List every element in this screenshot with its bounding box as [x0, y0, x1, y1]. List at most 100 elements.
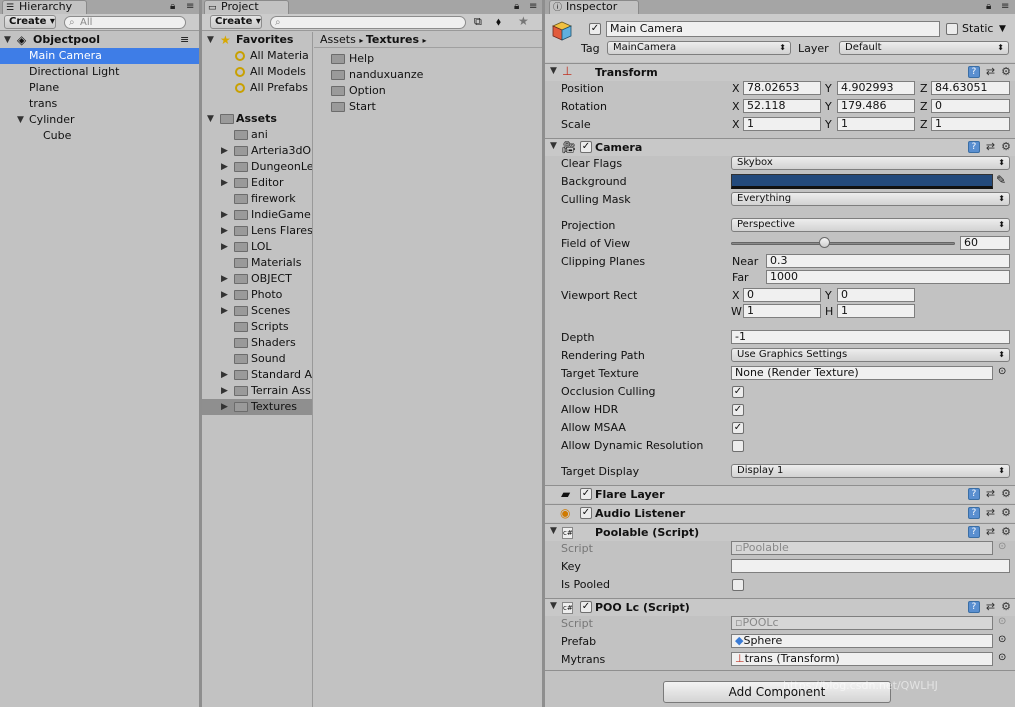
axis-y-label[interactable]: Y [825, 99, 832, 114]
transform-header[interactable]: ▼ ⊥ Transform ? ⇄ ⚙ [545, 63, 1015, 81]
assets-row[interactable]: ▼ Assets [202, 111, 312, 127]
tab-inspector[interactable]: ⓘ Inspector [549, 0, 639, 14]
content-folder-help[interactable]: Help [314, 51, 542, 67]
rotation-z-input[interactable]: 0 [931, 99, 1010, 113]
hierarchy-item-trans[interactable]: trans [0, 96, 199, 112]
clear-flags-dropdown[interactable]: Skybox ⬍ [731, 156, 1010, 170]
is-pooled-checkbox[interactable] [732, 579, 744, 591]
collapse-arrow-icon[interactable]: ▶ [221, 159, 228, 175]
viewport-x-label[interactable]: X [732, 288, 740, 303]
object-picker-icon[interactable]: ⊙ [998, 652, 1006, 663]
axis-z-label[interactable]: Z [920, 81, 928, 96]
lock-icon[interactable]: 🔒︎ [986, 1, 991, 12]
help-icon[interactable]: ? [967, 66, 980, 78]
axis-z-label[interactable]: Z [920, 99, 928, 114]
scene-menu-icon[interactable]: ≡ [180, 32, 189, 48]
preset-icon[interactable]: ⇄ [986, 487, 995, 500]
folder-indiegame[interactable]: ▶ IndieGame [202, 207, 312, 223]
position-y-input[interactable]: 4.902993 [837, 81, 915, 95]
folder-ani[interactable]: ani [202, 127, 312, 143]
near-input[interactable]: 0.3 [766, 254, 1010, 268]
depth-input[interactable]: -1 [731, 330, 1010, 344]
audio-listener-checkbox[interactable]: ✓ [580, 507, 592, 519]
tab-menu-icon[interactable]: ≡ [186, 1, 194, 12]
layer-dropdown[interactable]: Default ⬍ [839, 41, 1009, 55]
preset-icon[interactable]: ⇄ [986, 525, 995, 538]
collapse-arrow-icon[interactable]: ▶ [221, 239, 228, 255]
camera-header[interactable]: ▼ 🎥︎ ✓ Camera ? ⇄ ⚙ [545, 138, 1015, 156]
prefab-field[interactable]: ◆Sphere [731, 634, 993, 648]
audio-listener-header[interactable]: ◉ ✓ Audio Listener ? ⇄ ⚙ [545, 504, 1015, 522]
target-display-dropdown[interactable]: Display 1 ⬍ [731, 464, 1010, 478]
occlusion-culling-checkbox[interactable]: ✓ [732, 386, 744, 398]
favorite-star-icon[interactable]: ★ [518, 14, 529, 28]
expand-arrow-icon[interactable]: ▼ [17, 112, 24, 128]
folder-scenes[interactable]: ▶ Scenes [202, 303, 312, 319]
collapse-arrow-icon[interactable]: ▶ [221, 303, 228, 319]
preset-icon[interactable]: ⇄ [986, 600, 995, 613]
hierarchy-search-input[interactable]: ⌕ All [64, 16, 186, 29]
fov-input[interactable]: 60 [960, 236, 1010, 250]
help-icon[interactable]: ? [967, 141, 980, 153]
allow-hdr-checkbox[interactable]: ✓ [732, 404, 744, 416]
tab-project[interactable]: ▭ Project [204, 0, 289, 14]
far-input[interactable]: 1000 [766, 270, 1010, 284]
settings-gear-icon[interactable]: ⚙ [1001, 506, 1011, 519]
breadcrumb-textures[interactable]: Textures [366, 33, 419, 46]
target-texture-field[interactable]: None (Render Texture) [731, 366, 993, 380]
background-color-swatch[interactable] [731, 174, 993, 189]
help-icon[interactable]: ? [967, 526, 980, 538]
expand-arrow-icon[interactable]: ▼ [4, 32, 11, 48]
favorite-item[interactable]: All Models [202, 64, 312, 80]
axis-x-label[interactable]: X [732, 99, 740, 114]
active-checkbox[interactable]: ✓ [589, 23, 601, 35]
settings-gear-icon[interactable]: ⚙ [1001, 525, 1011, 538]
axis-x-label[interactable]: X [732, 81, 740, 96]
breadcrumb-assets[interactable]: Assets [320, 33, 356, 46]
settings-gear-icon[interactable]: ⚙ [1001, 65, 1011, 78]
hierarchy-item-plane[interactable]: Plane [0, 80, 199, 96]
foldout-arrow-icon[interactable]: ▼ [550, 141, 557, 151]
collapse-arrow-icon[interactable]: ▶ [221, 143, 228, 159]
lock-icon[interactable]: 🔒︎ [514, 1, 519, 12]
preset-icon[interactable]: ⇄ [986, 140, 995, 153]
position-z-input[interactable]: 84.63051 [931, 81, 1010, 95]
poolc-header[interactable]: ▼ c# ✓ POO Lc (Script) ? ⇄ ⚙ [545, 598, 1015, 616]
tab-menu-icon[interactable]: ≡ [1001, 1, 1009, 12]
lock-icon[interactable]: 🔒︎ [170, 1, 175, 12]
expand-arrow-icon[interactable]: ▼ [207, 32, 214, 48]
hierarchy-item-cylinder[interactable]: ▼ Cylinder [0, 112, 199, 128]
collapse-arrow-icon[interactable]: ▶ [221, 271, 228, 287]
viewport-w-input[interactable]: 1 [743, 304, 821, 318]
flare-layer-checkbox[interactable]: ✓ [580, 488, 592, 500]
allow-dynamic-resolution-checkbox[interactable] [732, 440, 744, 452]
create-button[interactable]: Create ▾ [4, 15, 56, 29]
axis-z-label[interactable]: Z [920, 117, 928, 132]
collapse-arrow-icon[interactable]: ▶ [221, 399, 228, 415]
project-search-input[interactable]: ⌕ [270, 16, 466, 29]
axis-x-label[interactable]: X [732, 117, 740, 132]
create-button[interactable]: Create ▾ [210, 15, 262, 29]
collapse-arrow-icon[interactable]: ▶ [221, 367, 228, 383]
folder-standard-assets[interactable]: ▶ Standard A [202, 367, 312, 383]
foldout-arrow-icon[interactable]: ▼ [550, 66, 557, 76]
foldout-arrow-icon[interactable]: ▼ [550, 526, 557, 536]
projection-dropdown[interactable]: Perspective ⬍ [731, 218, 1010, 232]
flare-layer-header[interactable]: ▰ ✓ Flare Layer ? ⇄ ⚙ [545, 485, 1015, 503]
viewport-w-label[interactable]: W [731, 304, 742, 319]
key-input[interactable] [731, 559, 1010, 573]
viewport-h-input[interactable]: 1 [837, 304, 915, 318]
poolable-header[interactable]: ▼ c# Poolable (Script) ? ⇄ ⚙ [545, 523, 1015, 541]
splitter-right[interactable] [542, 0, 545, 707]
folder-lol[interactable]: ▶ LOL [202, 239, 312, 255]
tab-menu-icon[interactable]: ≡ [529, 1, 537, 12]
object-picker-icon[interactable]: ⊙ [998, 634, 1006, 645]
folder-editor[interactable]: ▶ Editor [202, 175, 312, 191]
tab-hierarchy[interactable]: ☰ Hierarchy [2, 0, 87, 14]
content-folder-start[interactable]: Start [314, 99, 542, 115]
rotation-x-input[interactable]: 52.118 [743, 99, 821, 113]
favorite-item[interactable]: All Materia [202, 48, 312, 64]
folder-arteria3do[interactable]: ▶ Arteria3dO [202, 143, 312, 159]
culling-mask-dropdown[interactable]: Everything ⬍ [731, 192, 1010, 206]
viewport-x-input[interactable]: 0 [743, 288, 821, 302]
